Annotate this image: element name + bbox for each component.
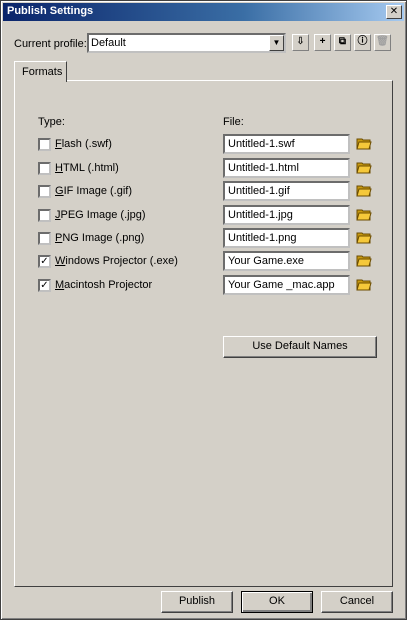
- format-checkbox[interactable]: [38, 209, 51, 222]
- format-checkbox[interactable]: [38, 162, 51, 175]
- format-accel-key: F: [55, 138, 62, 150]
- folder-icon[interactable]: [356, 184, 372, 198]
- import-export-profile-button[interactable]: ⇩: [292, 34, 309, 51]
- format-accel-key: M: [55, 279, 65, 291]
- format-checkbox[interactable]: [38, 185, 51, 198]
- folder-icon[interactable]: [356, 254, 372, 268]
- title-bar[interactable]: Publish Settings ✕: [3, 3, 404, 21]
- file-name-input[interactable]: Untitled-1.html: [223, 158, 350, 178]
- profile-select[interactable]: Default ▼: [87, 33, 286, 53]
- window-title: Publish Settings: [7, 5, 94, 17]
- close-button[interactable]: ✕: [386, 5, 402, 19]
- format-label-text: TML (.html): [62, 162, 119, 174]
- chevron-down-icon[interactable]: ▼: [269, 35, 284, 51]
- format-label: PNG Image (.png): [55, 232, 144, 244]
- folder-icon[interactable]: [356, 231, 372, 245]
- type-header: Type:: [38, 116, 65, 128]
- format-label: HTML (.html): [55, 162, 119, 174]
- file-name-input[interactable]: Untitled-1.swf: [223, 134, 350, 154]
- file-name-input[interactable]: Your Game _mac.app: [223, 275, 350, 295]
- format-label: Flash (.swf): [55, 138, 112, 150]
- profile-properties-button[interactable]: ⓘ: [354, 34, 371, 51]
- delete-profile-button: 🗑: [374, 34, 391, 51]
- use-default-names-button[interactable]: Use Default Names: [223, 336, 377, 358]
- duplicate-profile-button[interactable]: ⧉: [334, 34, 351, 51]
- publish-button[interactable]: Publish: [161, 591, 233, 613]
- format-checkbox[interactable]: [38, 138, 51, 151]
- format-label-text: PEG Image (.jpg): [60, 209, 146, 221]
- format-checkbox[interactable]: ✓: [38, 255, 51, 268]
- folder-icon[interactable]: [356, 161, 372, 175]
- publish-settings-dialog: Publish Settings ✕ Current profile: Defa…: [0, 0, 407, 620]
- format-checkbox[interactable]: ✓: [38, 279, 51, 292]
- file-name-value: Your Game _mac.app: [228, 279, 335, 291]
- file-name-value: Your Game.exe: [228, 255, 305, 267]
- folder-icon[interactable]: [356, 278, 372, 292]
- create-profile-button[interactable]: +: [314, 34, 331, 51]
- format-checkbox[interactable]: [38, 232, 51, 245]
- file-name-input[interactable]: Untitled-1.gif: [223, 181, 350, 201]
- delete-profile-icon: 🗑: [376, 36, 389, 47]
- file-name-value: Untitled-1.png: [228, 232, 297, 244]
- folder-icon[interactable]: [356, 137, 372, 151]
- file-name-value: Untitled-1.html: [228, 162, 299, 174]
- folder-icon[interactable]: [356, 208, 372, 222]
- format-label: JPEG Image (.jpg): [55, 209, 145, 221]
- format-accel-key: G: [55, 185, 64, 197]
- format-accel-key: W: [55, 255, 66, 267]
- format-label: GIF Image (.gif): [55, 185, 132, 197]
- format-label-text: indows Projector (.exe): [65, 255, 178, 267]
- cancel-button[interactable]: Cancel: [321, 591, 393, 613]
- ok-button[interactable]: OK: [241, 591, 313, 613]
- format-label: Windows Projector (.exe): [55, 255, 178, 267]
- format-label-text: IF Image (.gif): [63, 185, 133, 197]
- file-name-value: Untitled-1.jpg: [228, 209, 293, 221]
- file-name-input[interactable]: Untitled-1.jpg: [223, 205, 350, 225]
- tab-formats-label: Formats: [22, 66, 63, 78]
- format-accel-key: H: [55, 162, 63, 174]
- format-label-text: NG Image (.png): [62, 232, 145, 244]
- format-label: Macintosh Projector: [55, 279, 152, 291]
- import-export-profile-icon: ⇩: [296, 36, 305, 47]
- formats-panel: [14, 80, 393, 587]
- profile-value: Default: [91, 37, 126, 49]
- format-label-text: lash (.swf): [61, 138, 112, 150]
- file-name-value: Untitled-1.swf: [228, 138, 295, 150]
- create-profile-icon: +: [319, 36, 326, 47]
- close-icon: ✕: [389, 6, 399, 17]
- tab-formats[interactable]: Formats: [14, 61, 67, 82]
- duplicate-profile-icon: ⧉: [338, 36, 347, 47]
- file-header: File:: [223, 116, 244, 128]
- file-name-input[interactable]: Your Game.exe: [223, 251, 350, 271]
- check-icon: ✓: [40, 256, 49, 267]
- file-name-value: Untitled-1.gif: [228, 185, 290, 197]
- profile-label: Current profile:: [14, 38, 87, 50]
- file-name-input[interactable]: Untitled-1.png: [223, 228, 350, 248]
- format-label-text: acintosh Projector: [64, 279, 153, 291]
- check-icon: ✓: [40, 280, 49, 291]
- profile-properties-icon: ⓘ: [357, 36, 368, 47]
